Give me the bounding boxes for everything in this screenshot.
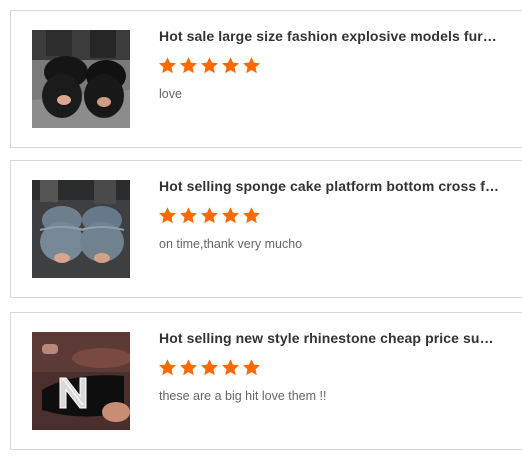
star-icon bbox=[180, 359, 197, 376]
review-text: on time,thank very mucho bbox=[159, 237, 303, 251]
star-rating bbox=[158, 358, 261, 377]
star-icon bbox=[201, 57, 218, 74]
star-rating bbox=[158, 206, 261, 225]
star-icon bbox=[201, 359, 218, 376]
product-title[interactable]: Hot selling sponge cake platform bottom … bbox=[159, 178, 499, 194]
star-icon bbox=[180, 207, 197, 224]
product-title[interactable]: Hot sale large size fashion explosive mo… bbox=[159, 28, 499, 44]
rhinestone-slipper-photo bbox=[32, 332, 130, 430]
product-thumbnail[interactable] bbox=[32, 332, 130, 430]
star-icon bbox=[159, 207, 176, 224]
review-card[interactable]: Hot sale large size fashion explosive mo… bbox=[10, 10, 522, 148]
star-icon bbox=[243, 359, 260, 376]
star-icon bbox=[159, 359, 176, 376]
star-icon bbox=[222, 359, 239, 376]
product-thumbnail[interactable] bbox=[32, 30, 130, 128]
star-rating bbox=[158, 56, 261, 75]
review-text: these are a big hit love them !! bbox=[159, 389, 327, 403]
star-icon bbox=[159, 57, 176, 74]
review-text: love bbox=[159, 87, 182, 101]
star-icon bbox=[243, 57, 260, 74]
product-title[interactable]: Hot selling new style rhinestone cheap p… bbox=[159, 330, 499, 346]
star-icon bbox=[243, 207, 260, 224]
review-card[interactable]: Hot selling sponge cake platform bottom … bbox=[10, 160, 522, 298]
star-icon bbox=[180, 57, 197, 74]
star-icon bbox=[201, 207, 218, 224]
star-icon bbox=[222, 57, 239, 74]
star-icon bbox=[222, 207, 239, 224]
black-furry-slipper-photo bbox=[32, 30, 130, 128]
product-thumbnail[interactable] bbox=[32, 180, 130, 278]
grey-furry-slipper-photo bbox=[32, 180, 130, 278]
review-card[interactable]: Hot selling new style rhinestone cheap p… bbox=[10, 312, 522, 450]
